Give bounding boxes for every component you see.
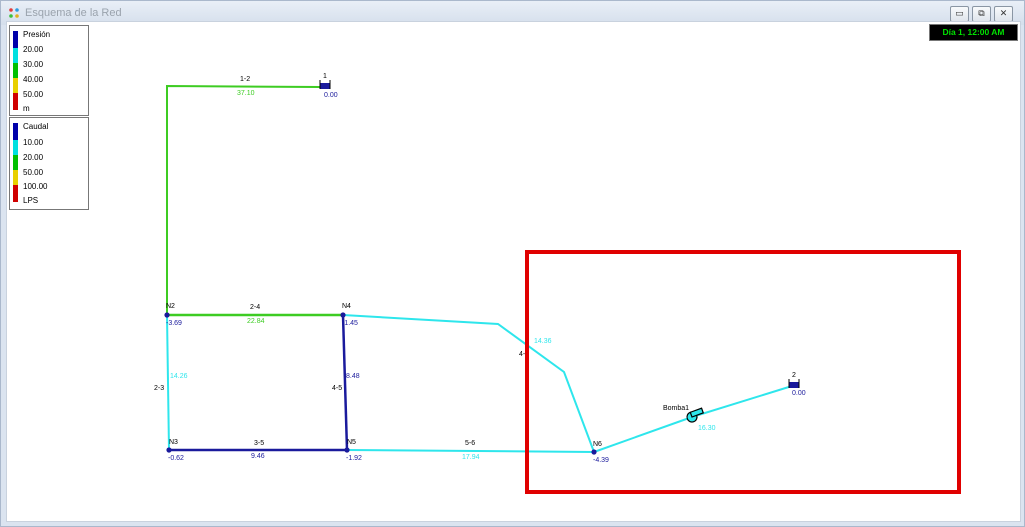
close-button[interactable]: ✕ [994,6,1013,22]
link-label-1-2: 1-2 [240,76,250,83]
pipe-5-6[interactable] [346,449,595,453]
network-app-icon [9,8,19,18]
pump-link-n6[interactable] [593,416,693,453]
node-value-n4: -1.45 [342,320,358,327]
pipe-1-2[interactable] [166,84,321,315]
node-label-n4: N4 [342,303,351,310]
link-label-2-4: 2-4 [250,304,260,311]
node-n5[interactable] [344,447,350,453]
network-map-window: Esquema de la Red ▭ ⧉ ✕ Presión 20.00 30… [0,0,1025,527]
link-value-4-5: 8.48 [346,373,360,380]
link-value-2-4: 22.84 [247,318,265,325]
node-value-n2: -3.69 [166,320,182,327]
node-n2[interactable] [164,312,170,318]
node-label-n5: N5 [347,439,356,446]
tank-1-label: 1 [323,73,327,80]
pump-label: Bomba1 [663,405,689,412]
link-label-4-6: 4- [519,351,526,358]
network-canvas[interactable]: Presión 20.00 30.00 40.00 50.00 m Caudal… [6,21,1021,522]
pipe-2-3[interactable] [166,314,170,451]
link-label-5-6: 5-6 [465,440,475,447]
tank-2-icon[interactable] [788,379,800,388]
node-label-n2: N2 [166,303,175,310]
link-value-1-2: 37.10 [237,90,255,97]
link-label-3-5: 3-5 [254,440,264,447]
node-value-n6: -4.39 [593,457,609,464]
node-label-n6: N6 [593,441,602,448]
link-value-2-3: 14.26 [170,373,188,380]
network-diagram[interactable]: 1-2 2-4 2-3 4-5 3-5 5-6 4- Bomba1 37.10 … [7,22,1020,521]
link-label-2-3: 2-3 [154,385,164,392]
tank-2-value: 0.00 [792,390,806,397]
node-label-n3: N3 [169,439,178,446]
link-value-5-6: 17.94 [462,454,480,461]
tank-1-value: 0.00 [324,92,338,99]
pipe-4-5[interactable] [341,314,349,451]
node-n3[interactable] [166,447,172,453]
node-n4[interactable] [340,312,346,318]
restore-button[interactable]: ⧉ [972,6,991,22]
minimize-button[interactable]: ▭ [950,6,969,22]
window-title: Esquema de la Red [25,7,122,19]
link-label-4-5: 4-5 [332,385,342,392]
node-n6[interactable] [591,449,597,455]
link-value-3-5: 9.46 [251,453,265,460]
tank-2-label: 2 [792,372,796,379]
pump-link-tank2[interactable] [691,385,793,418]
node-value-n3: -0.62 [168,455,184,462]
pipe-4-6[interactable] [342,314,595,453]
pump-value: 16.30 [698,425,716,432]
link-value-4-6: 14.36 [534,338,552,345]
node-value-n5: -1.92 [346,455,362,462]
highlight-rectangle [525,250,961,494]
tank-1-icon[interactable] [319,80,331,89]
